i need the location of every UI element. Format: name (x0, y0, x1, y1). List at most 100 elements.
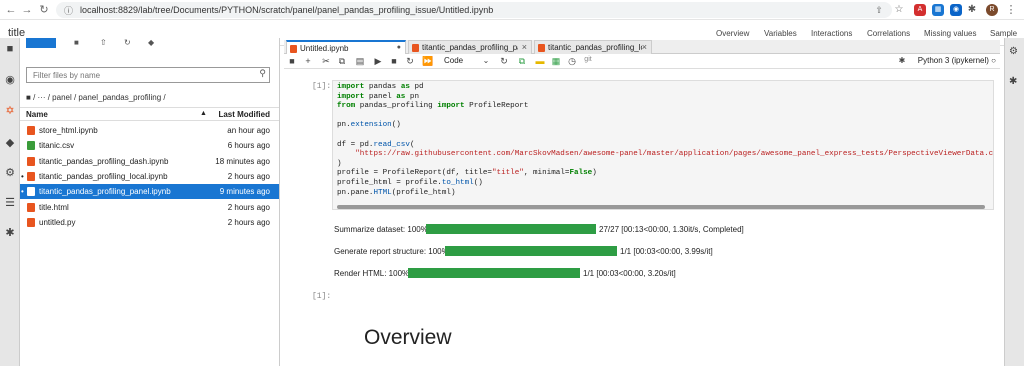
commands-icon[interactable]: ⚙ (3, 166, 17, 180)
forward-icon[interactable]: → (20, 3, 34, 17)
debugger-icon[interactable]: ✱ (1009, 76, 1017, 87)
tab-untitled[interactable]: Untitled.ipynb ● (286, 40, 406, 54)
new-launcher-button[interactable] (26, 38, 56, 48)
paste-icon[interactable]: ▤ (354, 56, 366, 67)
kernel-idle-icon: ○ (991, 56, 996, 65)
git-branch-icon[interactable]: ◆ (3, 136, 17, 150)
puzzle-extensions-icon[interactable]: ✱ (966, 4, 978, 16)
progress-fill (426, 224, 596, 234)
progress-stats: 1/1 [00:03<00:00, 3.99s/it] (620, 247, 713, 256)
file-row[interactable]: • titantic_pandas_profiling_panel.ipynb 9 … (20, 184, 279, 200)
file-row[interactable]: titantic_pandas_profiling_dash.ipynb 18 m… (20, 154, 279, 169)
notebook-icon (412, 44, 419, 52)
upload-icon[interactable]: ⇧ (100, 38, 107, 47)
sort-caret-icon[interactable]: ▲ (200, 110, 207, 117)
refresh-icon[interactable]: ↻ (498, 56, 510, 67)
progress-label: Render HTML: 100% (334, 269, 410, 278)
file-row[interactable]: store_html.ipynb an hour ago (20, 123, 279, 138)
file-row[interactable]: untitled.py 2 hours ago (20, 215, 279, 230)
nav-link-variables[interactable]: Variables (764, 29, 797, 38)
file-row[interactable]: titanic.csv 6 hours ago (20, 138, 279, 153)
tab-label: titantic_pandas_profiling_pa (422, 43, 518, 52)
info-icon[interactable]: ⓘ (64, 4, 73, 17)
tab-profiling-local[interactable]: titantic_pandas_profiling_loc × (534, 40, 652, 54)
restart-icon[interactable]: ↻ (404, 56, 416, 67)
back-icon[interactable]: ← (4, 3, 18, 17)
tab-profiling-panel[interactable]: titantic_pandas_profiling_pa × (408, 40, 532, 54)
notebook-tabbar: Untitled.ipynb ● titantic_pandas_profili… (284, 40, 1000, 54)
file-name: untitled.py (39, 217, 76, 227)
grid-extension-icon[interactable]: ▦ (932, 4, 944, 16)
home-folder-icon[interactable]: ■ (26, 93, 31, 102)
breadcrumb-path[interactable]: / ··· / panel / panel_pandas_profiling / (33, 93, 166, 102)
nav-link-overview[interactable]: Overview (716, 29, 749, 38)
file-browser: ■ ⇧ ↻ ◆ ⚲ ■ / ··· / panel / panel_pandas… (20, 38, 280, 366)
git-diff-icon[interactable]: ⧉ (516, 56, 528, 67)
git-label[interactable]: git (582, 56, 594, 63)
progress-bar (445, 246, 617, 256)
restart-run-all-icon[interactable]: ⏩ (422, 56, 434, 67)
kernel-status[interactable]: Python 3 (ipykernel) ○ (918, 56, 996, 65)
extension-icon-blue[interactable]: ◉ (950, 4, 962, 16)
input-prompt: [1]: (312, 82, 332, 91)
unsaved-dot-icon[interactable]: ● (397, 44, 401, 51)
cell-type-select[interactable]: Code (444, 56, 463, 65)
share-icon[interactable]: ⇧ (872, 3, 886, 17)
running-icon[interactable]: ◉ (3, 73, 17, 87)
filter-box: ⚲ (26, 67, 270, 83)
file-row[interactable]: • titantic_pandas_profiling_local.ipynb 2 … (20, 169, 279, 184)
column-last-modified[interactable]: Last Modified (218, 110, 270, 119)
file-list-header: Name ▲ Last Modified (20, 107, 279, 121)
extensions-icon[interactable]: ✱ (3, 226, 17, 240)
property-inspector-icon[interactable]: ⚙ (1009, 46, 1018, 57)
toc-icon[interactable]: ☰ (3, 196, 17, 210)
new-folder-icon[interactable]: ■ (74, 38, 79, 47)
nav-link-sample[interactable]: Sample (990, 29, 1017, 38)
bug-icon[interactable]: ✱ (896, 56, 908, 65)
close-icon[interactable]: × (642, 42, 647, 52)
file-name: titanic.csv (39, 141, 75, 151)
close-icon[interactable]: × (522, 42, 527, 52)
reload-icon[interactable]: ↻ (37, 3, 51, 17)
progress-fill (445, 246, 617, 256)
tab-label: Untitled.ipynb (300, 44, 349, 53)
copy-icon[interactable]: ⧉ (336, 56, 348, 67)
nav-link-correlations[interactable]: Correlations (867, 29, 910, 38)
cut-icon[interactable]: ✂ (320, 56, 332, 67)
git-icon[interactable]: ✡ (3, 104, 17, 118)
git-clone-icon[interactable]: ◆ (148, 38, 154, 47)
clock-icon[interactable]: ◷ (566, 56, 578, 67)
address-bar[interactable]: ⓘ localhost:8829/lab/tree/Documents/PYTH… (56, 2, 892, 18)
stop-icon[interactable]: ■ (388, 56, 400, 66)
code-text: import pandas as pd import panel as pn f… (337, 83, 994, 197)
left-sidebar: ■ ◉ ✡ ◆ ⚙ ☰ ✱ (0, 38, 20, 366)
bookmark-star-icon[interactable]: ☆ (892, 3, 906, 17)
html-file-icon (27, 202, 35, 212)
nav-link-interactions[interactable]: Interactions (811, 29, 852, 38)
kernel-name: Python 3 (ipykernel) (917, 56, 989, 65)
browser-menu-icon[interactable]: ⋮ (1004, 3, 1018, 17)
adblock-extension-icon[interactable]: A (914, 4, 926, 16)
run-icon[interactable]: ▶ (372, 56, 384, 67)
filter-files-input[interactable] (33, 70, 253, 81)
browser-toolbar: ← → ↻ ⓘ localhost:8829/lab/tree/Document… (0, 0, 1024, 20)
refresh-icon[interactable]: ↻ (124, 38, 131, 47)
progress-label: Generate report structure: 100% (334, 247, 449, 256)
column-name[interactable]: Name (26, 110, 48, 119)
profile-avatar[interactable]: R (986, 4, 998, 16)
add-cell-icon[interactable]: + (302, 56, 314, 66)
notebook-toolbar: ■ + ✂ ⧉ ▤ ▶ ■ ↻ ⏩ Code ⌄ ↻ ⧉ ▬ ▦ ◷ git ✱… (284, 55, 1000, 69)
file-row[interactable]: title.html 2 hours ago (20, 200, 279, 215)
chevron-down-icon[interactable]: ⌄ (480, 56, 492, 65)
file-name: titantic_pandas_profiling_panel.ipynb (39, 187, 171, 197)
nav-link-missing-values[interactable]: Missing values (924, 29, 976, 38)
table-icon[interactable]: ▦ (550, 56, 562, 67)
python-file-icon (27, 217, 35, 227)
right-sidebar: ⚙ ✱ (1004, 38, 1024, 366)
folder-icon[interactable]: ■ (3, 42, 17, 56)
code-cell-editor[interactable]: import pandas as pd import panel as pn f… (332, 80, 994, 210)
highlight-icon[interactable]: ▬ (534, 56, 546, 66)
horizontal-scrollbar[interactable] (337, 205, 985, 209)
progress-fill (408, 268, 580, 278)
save-icon[interactable]: ■ (286, 56, 298, 66)
